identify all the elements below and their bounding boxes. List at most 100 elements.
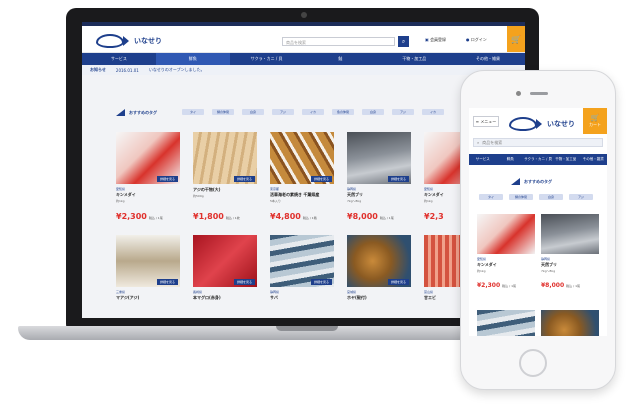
- tag-item[interactable]: 鯛の仲間: [509, 194, 533, 200]
- product-origin: 愛知県: [116, 187, 126, 191]
- search-icon: ⌕: [477, 140, 480, 145]
- product-photo-dried-fish: 詳細を見る: [193, 132, 257, 184]
- tag-item[interactable]: アジ: [392, 109, 414, 115]
- tag-item[interactable]: アジ: [569, 194, 593, 200]
- product-photo-sea-squirt: [541, 310, 599, 336]
- search-icon: ⌕: [401, 37, 406, 45]
- tag-item[interactable]: 白身: [362, 109, 384, 115]
- nav-item-service[interactable]: サービス: [469, 154, 497, 165]
- nav-item-fresh-fish[interactable]: 鮮魚: [497, 154, 525, 165]
- product-name: アジの干物(大): [193, 187, 221, 192]
- search-placeholder: 商品を検索: [482, 139, 503, 145]
- nav-item-fresh-fish[interactable]: 鮮魚: [155, 53, 230, 65]
- product-card[interactable]: 詳細を見る 三重県 マアジ(アジ): [116, 235, 180, 318]
- product-card[interactable]: 詳細を見る 静岡県 天然ブリ 7kg〜8kg ¥8,000 税込 / 1尾: [347, 132, 411, 235]
- nav-item-other[interactable]: その他・雑貨: [451, 53, 525, 65]
- main-nav: サービス 鮮魚 サクラ・カニ / 貝 鮭 干物・加工品 その他・雑貨: [82, 53, 525, 65]
- product-card[interactable]: 詳細を見る 愛知県 キンメダイ 約1kg ¥2,300 税込 / 1尾: [116, 132, 180, 235]
- nav-item-service[interactable]: サービス: [82, 53, 156, 65]
- site-logo[interactable]: いなせり: [96, 34, 162, 48]
- detail-badge: 詳細を見る: [387, 176, 409, 182]
- product-photo-sea-squirt: 詳細を見る: [347, 235, 411, 287]
- product-weight: 5本入り: [270, 199, 281, 203]
- tag-item[interactable]: 白身: [539, 194, 563, 200]
- product-weight: 7kg〜8kg: [541, 269, 556, 273]
- product-card[interactable]: 詳細を見る 宮城県 ホヤ(殻付): [347, 235, 411, 318]
- product-name: サバ: [270, 295, 278, 300]
- product-price: ¥1,800 税込 / 1枚: [193, 212, 240, 221]
- notice-text[interactable]: いなせりのオープンしました。: [149, 67, 205, 73]
- tag-item[interactable]: タイ: [479, 194, 503, 200]
- detail-badge: 詳細を見る: [310, 279, 332, 285]
- home-button[interactable]: [519, 349, 547, 377]
- product-card[interactable]: 詳細を見る アジの干物(大) 約500g ¥1,800 税込 / 1枚: [193, 132, 257, 235]
- product-card[interactable]: 詳細を見る 長崎県 本マグロ(赤身): [193, 235, 257, 318]
- tag-item[interactable]: タイ: [182, 109, 204, 115]
- detail-badge: 詳細を見る: [387, 279, 409, 285]
- product-price: ¥2,300 税込 / 1尾: [477, 282, 516, 289]
- phone-screen: ≡ メニュー いなせり 🛒 カート ⌕ 商品を検索 サービス 鮮魚 サクラ・カニ…: [469, 108, 607, 336]
- notice-label: お知らせ: [90, 67, 106, 72]
- section-title: おすすめのタグ: [129, 109, 157, 115]
- product-card[interactable]: [477, 310, 535, 336]
- tag-item[interactable]: 魚の仲間: [332, 109, 354, 115]
- cart-button[interactable]: 🛒 カート: [583, 108, 607, 134]
- product-price: ¥4,800 税込 / 1箱: [270, 212, 317, 221]
- site-logo[interactable]: いなせり: [509, 117, 575, 131]
- product-photo-yellowtail: 詳細を見る: [347, 132, 411, 184]
- product-price: ¥2,300 税込 / 1尾: [116, 212, 163, 221]
- product-card[interactable]: 詳細を見る 静岡県 サバ: [270, 235, 334, 318]
- detail-badge: 詳細を見る: [156, 279, 178, 285]
- section-title: おすすめのタグ: [524, 178, 552, 184]
- product-card[interactable]: 愛知県 キンメダイ 約1kg ¥2,300 税込 / 1尾: [477, 214, 535, 304]
- product-weight: 約1kg: [477, 269, 486, 273]
- nav-item-dried[interactable]: 干物・加工品: [552, 154, 580, 165]
- tag-item[interactable]: イカ: [302, 109, 324, 115]
- phone-speaker: [530, 92, 548, 95]
- product-photo-yellowtail: [541, 214, 599, 254]
- phone-camera: [516, 91, 521, 96]
- product-name: マアジ(アジ): [116, 295, 140, 300]
- product-name: ホヤ(殻付): [347, 295, 367, 300]
- hamburger-icon: ≡: [475, 119, 480, 124]
- product-card[interactable]: [541, 310, 599, 336]
- nav-item-shellfish[interactable]: サクラ・カニ / 貝: [524, 154, 552, 165]
- laptop-camera: [301, 12, 307, 18]
- register-link[interactable]: ▣ 会員登録: [425, 37, 446, 43]
- nav-item-other[interactable]: その他・雑貨: [580, 154, 608, 165]
- product-price: ¥2,3: [424, 212, 444, 221]
- product-photo-mackerel: 詳細を見る: [270, 235, 334, 287]
- cart-icon: 🛒: [590, 114, 600, 122]
- product-origin: 三重県: [116, 290, 126, 294]
- tag-item[interactable]: 白身: [242, 109, 264, 115]
- tag-list: タイ 鯛の仲間 白身 アジ: [479, 194, 599, 200]
- tag-item[interactable]: 鯛の仲間: [212, 109, 234, 115]
- detail-badge: 詳細を見る: [233, 176, 255, 182]
- cart-button[interactable]: 🛒: [507, 26, 525, 52]
- fish-fin-icon: [511, 178, 520, 185]
- logo-text: いなせり: [134, 37, 162, 45]
- detail-badge: 詳細を見る: [156, 176, 178, 182]
- product-origin: 静岡県: [270, 290, 280, 294]
- nav-item-dried[interactable]: 干物・加工品: [377, 53, 451, 65]
- tag-item[interactable]: アジ: [272, 109, 294, 115]
- product-weight: 7kg〜8kg: [347, 199, 362, 203]
- login-link[interactable]: ● ログイン: [466, 37, 487, 43]
- logo-text: いなせり: [547, 120, 575, 128]
- fish-logo-icon: [96, 34, 129, 48]
- search-input[interactable]: 商品を検索: [282, 37, 395, 46]
- product-card[interactable]: 詳細を見る 東京都 活車海老の素焼き 千葉県産 5本入り ¥4,800 税込 / …: [270, 132, 334, 235]
- nav-item-shellfish[interactable]: サクラ・カニ / 貝: [230, 53, 304, 65]
- search-input[interactable]: ⌕ 商品を検索: [473, 138, 603, 147]
- product-photo-grilled-prawn: 詳細を見る: [270, 132, 334, 184]
- product-origin: 静岡県: [541, 257, 551, 261]
- product-origin: 宮城県: [347, 290, 357, 294]
- menu-button[interactable]: ≡ メニュー: [473, 116, 499, 127]
- product-name: 本マグロ(赤身): [193, 295, 221, 300]
- tag-item[interactable]: イカ: [422, 109, 444, 115]
- nav-item-salmon[interactable]: 鮭: [303, 53, 377, 65]
- recommend-tags-heading: おすすめのタグ: [116, 109, 157, 116]
- search-button[interactable]: ⌕: [398, 36, 409, 47]
- product-weight: 約1kg: [116, 199, 125, 203]
- product-card[interactable]: 静岡県 天然ブリ 7kg〜8kg ¥8,000 税込 / 1尾: [541, 214, 599, 304]
